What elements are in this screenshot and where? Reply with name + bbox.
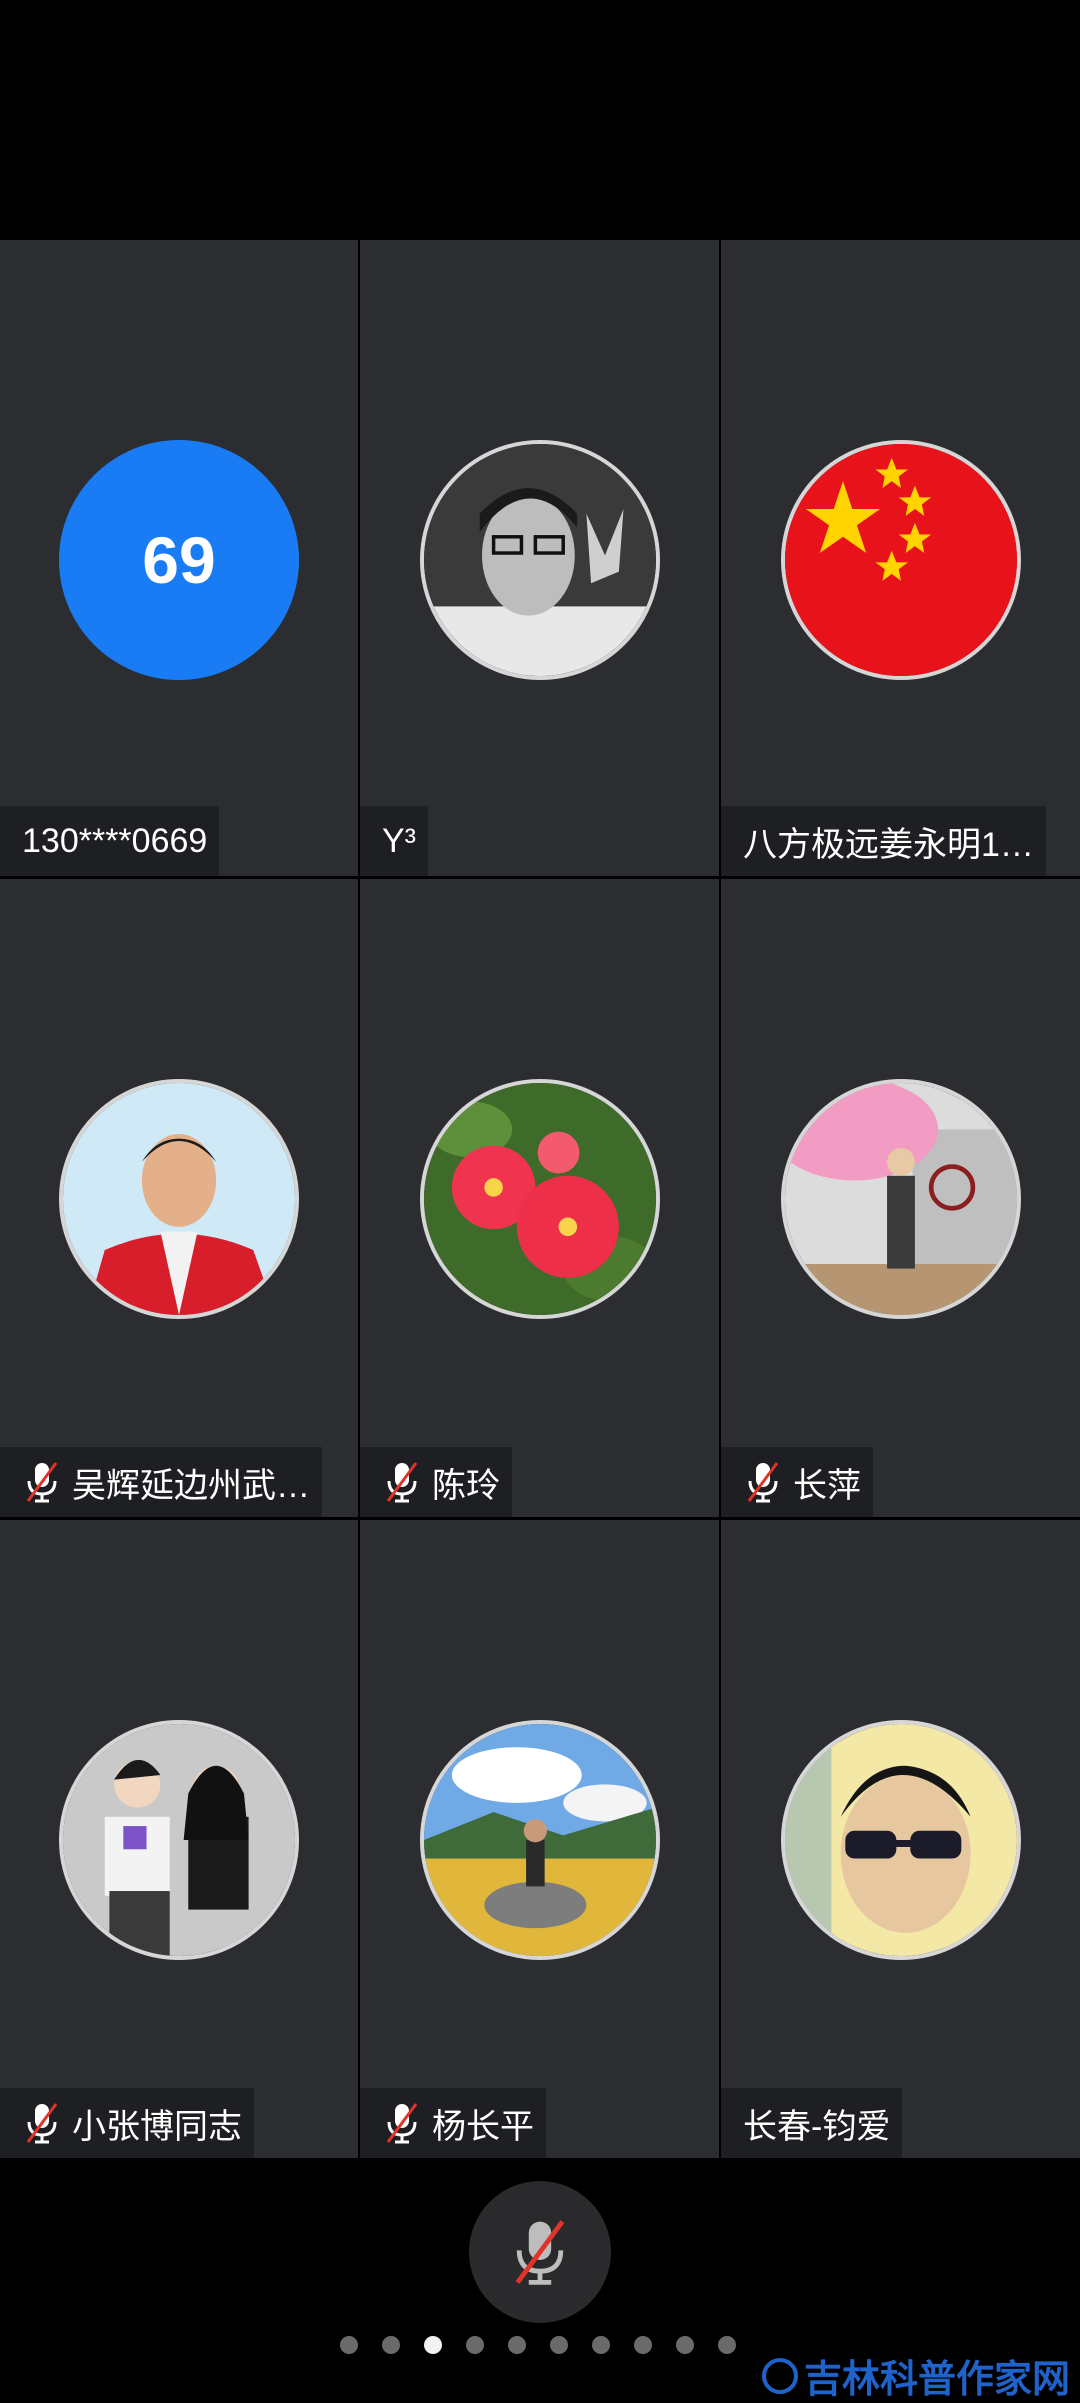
avatar	[780, 440, 1021, 680]
page-indicator[interactable]	[340, 2336, 736, 2354]
avatar	[419, 1079, 660, 1319]
avatar	[780, 1079, 1021, 1319]
mic-toggle-button[interactable]	[469, 2181, 611, 2323]
avatar-initials: 69	[142, 523, 216, 597]
participant-name: 长春-钧爱	[743, 2107, 891, 2146]
watermark: 吉林科普作家网	[761, 2348, 1070, 2403]
mic-off-icon	[386, 1462, 418, 1503]
participant-tile[interactable]: 八方极远姜永明1…	[721, 240, 1080, 876]
page-dot-active[interactable]	[424, 2336, 442, 2354]
name-tag: 吴辉延边州武…	[0, 1447, 322, 1517]
name-tag: 八方极远姜永明1…	[721, 806, 1046, 876]
mic-off-icon	[26, 2103, 58, 2144]
site-logo-icon	[761, 2357, 798, 2394]
page-dot[interactable]	[466, 2336, 484, 2354]
avatar	[780, 1720, 1021, 1960]
avatar	[59, 1079, 299, 1319]
name-tag: 长春-钧爱	[721, 2088, 903, 2158]
avatar	[419, 440, 660, 680]
mic-off-icon	[515, 2220, 565, 2285]
page-dot[interactable]	[340, 2336, 358, 2354]
participant-name: 吴辉延边州武…	[72, 1466, 310, 1505]
participant-name: 陈玲	[432, 1466, 500, 1505]
page-dot[interactable]	[592, 2336, 610, 2354]
participant-name: 八方极远姜永明1…	[743, 825, 1034, 864]
participant-tile[interactable]: 长萍	[721, 879, 1080, 1517]
participant-tile[interactable]: Y³	[360, 240, 719, 876]
participant-tile[interactable]: 陈玲	[360, 879, 719, 1517]
participant-tile[interactable]: 69 130****0669	[0, 240, 358, 876]
page-dot[interactable]	[382, 2336, 400, 2354]
participant-tile[interactable]: 长春-钧爱	[721, 1520, 1080, 2158]
mic-off-icon	[747, 1462, 779, 1503]
participant-tile[interactable]: 吴辉延边州武…	[0, 879, 358, 1517]
mic-off-icon	[26, 1462, 58, 1503]
page-dot[interactable]	[676, 2336, 694, 2354]
participant-tile[interactable]: 小张博同志	[0, 1520, 358, 2158]
participant-tile[interactable]: 杨长平	[360, 1520, 719, 2158]
page-dot[interactable]	[508, 2336, 526, 2354]
page-dot[interactable]	[634, 2336, 652, 2354]
page-dot[interactable]	[718, 2336, 736, 2354]
participant-grid: 69 130****0669 Y³ 八方极远姜永明1… 吴辉延边州武… 陈玲 长…	[0, 240, 1080, 2160]
avatar: 69	[59, 440, 299, 680]
avatar	[59, 1720, 299, 1960]
name-tag: 小张博同志	[0, 2088, 254, 2158]
name-tag: 130****0669	[0, 806, 220, 876]
participant-name: 130****0669	[22, 821, 208, 860]
name-tag: 长萍	[721, 1447, 873, 1517]
avatar	[419, 1720, 660, 1960]
page-dot[interactable]	[550, 2336, 568, 2354]
watermark-text: 吉林科普作家网	[803, 2359, 1070, 2401]
name-tag: Y³	[360, 806, 428, 876]
name-tag: 陈玲	[360, 1447, 512, 1517]
participant-name: 长萍	[793, 1466, 861, 1505]
mic-off-icon	[386, 2103, 418, 2144]
participant-name: 杨长平	[432, 2107, 534, 2146]
participant-name: Y³	[382, 821, 416, 860]
participant-name: 小张博同志	[72, 2107, 242, 2146]
name-tag: 杨长平	[360, 2088, 546, 2158]
